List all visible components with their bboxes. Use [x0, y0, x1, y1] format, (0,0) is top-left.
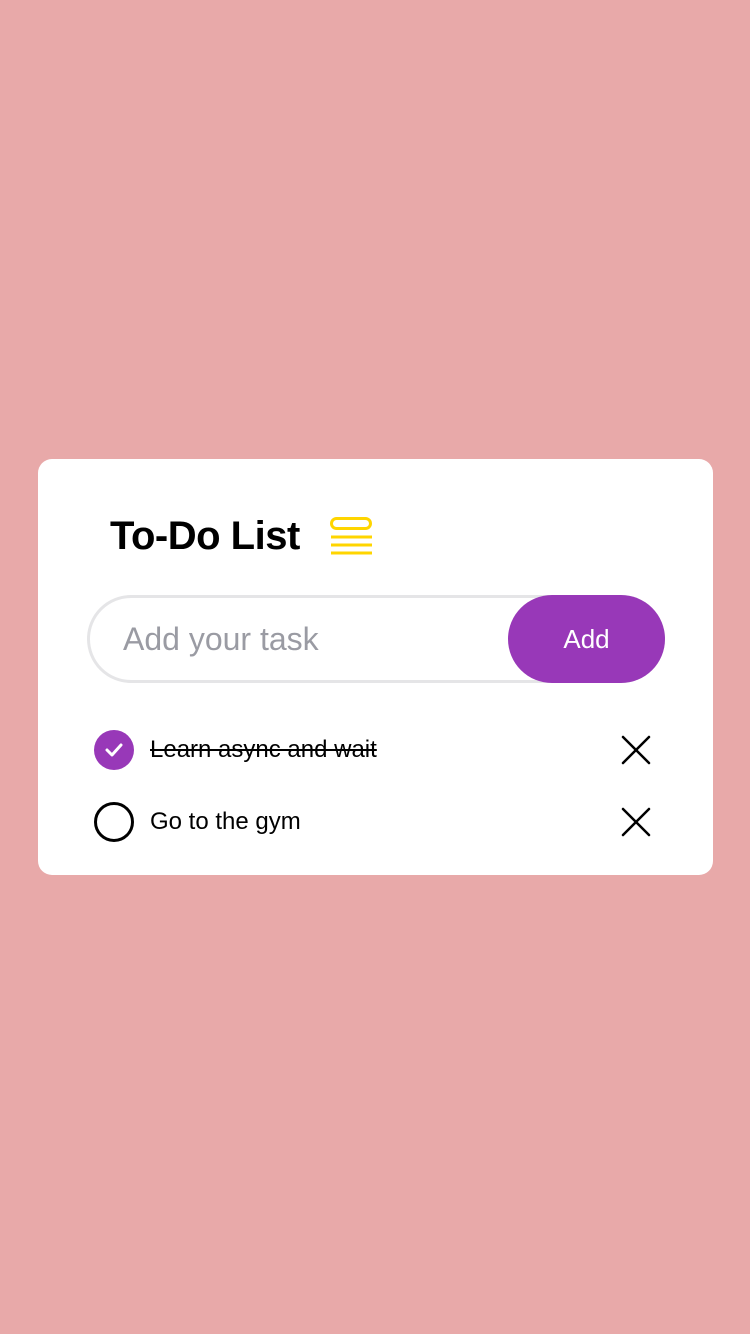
checkmark-icon [105, 743, 123, 757]
page-title: To-Do List [110, 514, 300, 558]
add-task-row: Add [87, 595, 665, 683]
add-button[interactable]: Add [508, 595, 665, 683]
todo-text: Learn async and wait [150, 736, 377, 763]
unchecked-icon[interactable] [94, 802, 134, 842]
delete-icon[interactable] [618, 732, 654, 768]
todo-text: Go to the gym [150, 808, 301, 835]
checked-icon[interactable] [94, 730, 134, 770]
list-icon [329, 517, 372, 555]
todo-item[interactable]: Go to the gym [94, 786, 654, 858]
todo-item[interactable]: Learn async and wait [94, 714, 654, 786]
delete-icon[interactable] [618, 804, 654, 840]
header: To-Do List [110, 509, 374, 563]
todo-card: To-Do List Add Learn async and wait [38, 459, 713, 875]
todo-list: Learn async and wait Go to the gym [94, 714, 654, 858]
